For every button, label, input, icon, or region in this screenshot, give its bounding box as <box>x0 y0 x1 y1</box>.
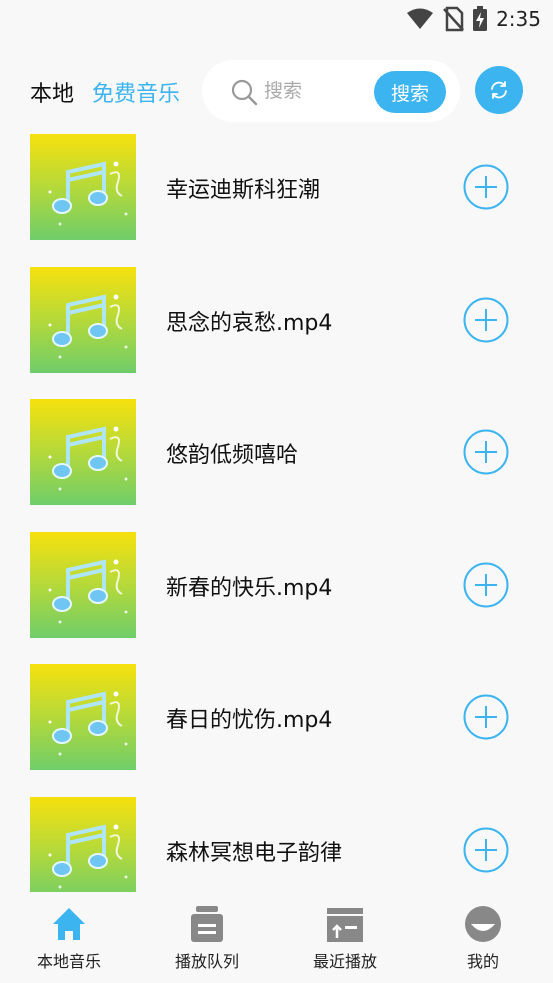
add-to-queue-button[interactable] <box>463 827 509 873</box>
add-to-queue-button[interactable] <box>463 429 509 475</box>
recent-icon <box>327 908 363 942</box>
song-title: 森林冥想电子韵律 <box>166 840 343 866</box>
add-to-queue-button[interactable] <box>463 562 509 608</box>
nav-mine[interactable]: 我的 <box>414 892 552 983</box>
nav-label: 本地音乐 <box>36 952 101 971</box>
tab-local[interactable]: 本地 <box>30 76 74 108</box>
album-cover <box>30 134 136 240</box>
music-note-icon <box>48 426 128 491</box>
song-title: 春日的忧伤.mp4 <box>166 708 333 733</box>
tab-free-music[interactable]: 免费音乐 <box>92 76 180 108</box>
nav-recent-play[interactable]: 最近播放 <box>276 892 414 983</box>
status-icons: 2:35 <box>406 6 541 32</box>
nav-play-queue[interactable]: 播放队列 <box>138 892 276 983</box>
nav-label: 最近播放 <box>312 952 377 971</box>
nav-local-music[interactable]: 本地音乐 <box>0 892 138 983</box>
add-to-queue-button[interactable] <box>463 694 509 740</box>
nav-label: 我的 <box>466 952 499 971</box>
album-cover <box>30 399 136 505</box>
search-input[interactable] <box>264 77 370 105</box>
song-list-item[interactable]: 思念的哀愁.mp4 <box>0 265 553 398</box>
top-bar: 本地 免费音乐 搜索 <box>0 58 553 122</box>
bottom-nav: 本地音乐 播放队列 最近播放 我的 <box>0 892 553 983</box>
refresh-icon <box>491 81 507 99</box>
song-list[interactable]: 幸运迪斯科狂潮 思念的哀愁.mp4 悠韵低频嘻哈 新春的快乐.mp4 春日的忧伤… <box>0 132 553 892</box>
song-list-item[interactable]: 森林冥想电子韵律 <box>0 795 553 892</box>
album-cover <box>30 796 136 892</box>
music-note-icon <box>48 559 128 623</box>
song-list-item[interactable]: 新春的快乐.mp4 <box>0 530 553 663</box>
home-icon <box>53 908 85 940</box>
song-list-item[interactable]: 悠韵低频嘻哈 <box>0 397 553 530</box>
no-sim-icon <box>443 6 465 32</box>
add-to-queue-button[interactable] <box>463 164 509 210</box>
status-time: 2:35 <box>496 7 541 31</box>
album-cover <box>30 664 136 770</box>
status-bar: 2:35 <box>0 0 553 40</box>
song-title: 悠韵低频嘻哈 <box>166 443 299 468</box>
refresh-button[interactable] <box>475 66 523 114</box>
song-title: 思念的哀愁.mp4 <box>166 310 333 336</box>
album-cover <box>30 266 136 373</box>
battery-charging-icon <box>473 6 488 31</box>
music-note-icon <box>48 824 128 888</box>
nav-label: 播放队列 <box>174 952 239 971</box>
music-note-icon <box>48 691 128 756</box>
search-box: 搜索 <box>202 60 460 122</box>
song-list-item[interactable]: 幸运迪斯科狂潮 <box>0 132 553 265</box>
queue-icon <box>191 906 223 942</box>
song-list-item[interactable]: 春日的忧伤.mp4 <box>0 662 553 795</box>
music-note-icon <box>48 294 128 358</box>
album-cover <box>30 531 136 638</box>
song-title: 幸运迪斯科狂潮 <box>166 178 321 203</box>
search-button[interactable]: 搜索 <box>374 71 446 113</box>
profile-icon <box>465 906 501 942</box>
song-title: 新春的快乐.mp4 <box>166 575 333 601</box>
search-icon <box>231 79 258 106</box>
wifi-icon <box>407 8 434 29</box>
add-to-queue-button[interactable] <box>463 297 509 343</box>
music-note-icon <box>48 161 128 226</box>
